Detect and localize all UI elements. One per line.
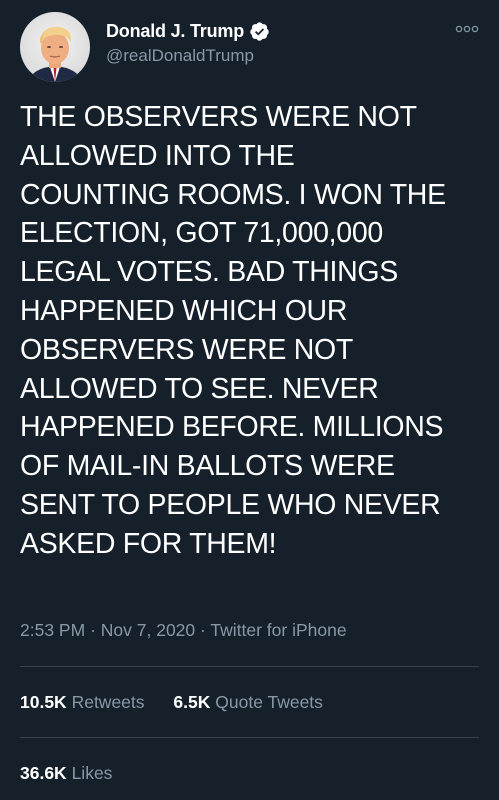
- retweets-label: Retweets: [71, 692, 145, 712]
- retweets-stat[interactable]: 10.5K Retweets: [20, 692, 145, 713]
- tweet-text-line: THE OBSERVERS WERE NOT: [20, 101, 417, 133]
- display-name[interactable]: Donald J. Trump: [106, 21, 244, 42]
- likes-stat[interactable]: 36.6K Likes: [20, 763, 112, 784]
- likes-stats-row: 36.6K Likes: [20, 763, 136, 784]
- tweet-text-line: HAPPENED BEFORE. MILLIONS: [20, 411, 444, 444]
- tweet-text-line: OF MAIL-IN BALLOTS WERE: [20, 450, 395, 483]
- likes-label: Likes: [71, 763, 113, 783]
- tweet-detail: Donald J. Trump @realDonaldTrump THE OBS…: [0, 0, 499, 800]
- avatar[interactable]: [20, 12, 90, 82]
- author-names[interactable]: Donald J. Trump @realDonaldTrump: [106, 19, 270, 66]
- retweets-count: 10.5K: [20, 692, 67, 712]
- quote-tweets-label: Quote Tweets: [215, 692, 323, 712]
- more-options-icon[interactable]: [455, 22, 479, 34]
- tweet-meta: 2:53 PM · Nov 7, 2020 · Twitter for iPho…: [20, 620, 347, 641]
- tweet-text: THE OBSERVERS WERE NOT ALLOWED INTO THE …: [20, 98, 490, 564]
- handle[interactable]: @realDonaldTrump: [106, 46, 270, 66]
- verified-badge-icon: [249, 21, 270, 42]
- divider: [20, 737, 479, 738]
- meta-separator: ·: [90, 620, 96, 640]
- quote-tweets-count: 6.5K: [173, 692, 211, 712]
- tweet-header: Donald J. Trump @realDonaldTrump: [20, 12, 479, 82]
- tweet-text-line: ALLOWED TO SEE. NEVER: [20, 372, 379, 405]
- tweet-text-line: SENT TO PEOPLE WHO NEVER: [20, 488, 441, 521]
- tweet-source[interactable]: Twitter for iPhone: [210, 620, 346, 640]
- tweet-text-line: LEGAL VOTES. BAD THINGS: [20, 256, 398, 289]
- divider: [20, 666, 479, 667]
- tweet-text-line: COUNTING ROOMS. I WON THE: [20, 178, 446, 211]
- tweet-text-line: OBSERVERS WERE NOT: [20, 333, 353, 366]
- meta-separator: ·: [200, 620, 206, 640]
- tweet-text-line: HAPPENED WHICH OUR: [20, 294, 348, 327]
- likes-count: 36.6K: [20, 763, 67, 783]
- quote-tweets-stat[interactable]: 6.5K Quote Tweets: [173, 692, 323, 713]
- engagement-stats-row: 10.5K Retweets 6.5K Quote Tweets: [20, 692, 347, 713]
- tweet-text-line: ALLOWED INTO THE: [20, 139, 295, 172]
- tweet-time[interactable]: 2:53 PM: [20, 620, 85, 640]
- tweet-date[interactable]: Nov 7, 2020: [101, 620, 195, 640]
- tweet-text-line: ELECTION, GOT 71,000,000: [20, 217, 383, 250]
- tweet-text-line: ASKED FOR THEM!: [20, 527, 277, 560]
